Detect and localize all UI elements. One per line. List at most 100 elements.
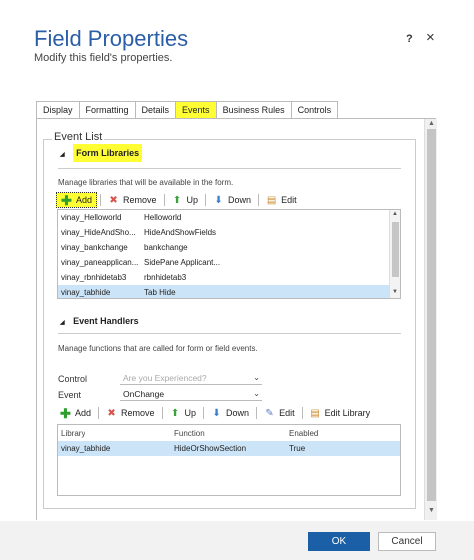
edit-handler-button[interactable]: ✎ Edit — [260, 405, 299, 421]
move-up-handler-button[interactable]: ⬆ Up — [166, 405, 201, 421]
edit-pencil-icon: ✎ — [265, 407, 274, 419]
remove-handler-button[interactable]: ✖ Remove — [102, 405, 159, 421]
event-label: Event — [58, 390, 82, 400]
edit-library-label: Edit Library — [324, 408, 371, 418]
library-display-name: Helloworld — [144, 213, 182, 222]
scroll-down-arrow-icon[interactable]: ▼ — [392, 289, 398, 295]
toolbar-separator — [163, 194, 165, 206]
toolbar-separator — [256, 407, 258, 419]
tab-controls[interactable]: Controls — [290, 101, 339, 119]
chevron-down-icon: ⌄ — [253, 389, 260, 398]
tab-events[interactable]: Events — [175, 101, 217, 119]
help-button[interactable]: ? — [406, 33, 413, 45]
library-display-name: rbnhidetab3 — [144, 273, 187, 282]
list-item[interactable]: vinay_HideAndSho... HideAndShowFields — [58, 225, 400, 240]
library-name: vinay_tabhide — [61, 288, 111, 297]
down-label: Down — [226, 408, 250, 418]
list-scrollbar[interactable]: ▲ ▼ — [389, 210, 400, 298]
close-button[interactable]: × — [426, 29, 435, 46]
move-up-library-button[interactable]: ⬆ Up — [168, 192, 203, 208]
arrow-down-icon: ⬇ — [212, 407, 221, 419]
list-item[interactable]: vinay_paneapplican... SidePane Applicant… — [58, 255, 400, 270]
event-handlers-header[interactable]: ◢ Event Handlers — [60, 316, 139, 326]
cancel-button[interactable]: Cancel — [378, 532, 436, 551]
add-label: Add — [76, 195, 93, 205]
column-header-function[interactable]: Function — [174, 429, 205, 438]
handler-function: HideOrShowSection — [174, 444, 247, 453]
library-display-name: Tab Hide — [144, 288, 176, 297]
list-item[interactable]: vinay_bankchange bankchange — [58, 240, 400, 255]
event-handlers-toolbar: ✚ Add ✖ Remove ⬆ Up ⬇ Down ✎ Edit ▤ Edit… — [56, 405, 374, 421]
down-label: Down — [228, 195, 252, 205]
tab-display[interactable]: Display — [36, 101, 80, 119]
remove-icon: ✖ — [107, 407, 116, 419]
toolbar-separator — [203, 407, 205, 419]
library-name: vinay_Helloworld — [61, 213, 122, 222]
dialog-subtitle: Modify this field's properties. — [34, 52, 173, 64]
scroll-down-arrow-icon[interactable]: ▼ — [428, 507, 435, 514]
library-name: vinay_HideAndSho... — [61, 228, 136, 237]
list-item-selected[interactable]: vinay_tabhide Tab Hide — [58, 285, 400, 298]
form-libraries-toolbar: ✚ Add ✖ Remove ⬆ Up ⬇ Down ▤ Edit — [56, 192, 301, 208]
column-header-library[interactable]: Library — [61, 429, 85, 438]
tab-details[interactable]: Details — [134, 101, 177, 119]
library-name: vinay_paneapplican... — [61, 258, 139, 267]
edit-document-icon: ▤ — [266, 194, 277, 206]
add-icon: ✚ — [60, 405, 71, 421]
collapse-triangle-icon: ◢ — [60, 320, 65, 326]
section-divider — [58, 168, 401, 169]
form-libraries-header[interactable]: ◢ Form Libraries — [60, 144, 143, 162]
handler-library: vinay_tabhide — [61, 444, 111, 453]
arrow-up-icon: ⬆ — [170, 407, 180, 419]
edit-library-button[interactable]: ▤ Edit Library — [306, 405, 375, 421]
form-libraries-description: Manage libraries that will be available … — [58, 178, 234, 187]
library-display-name: HideAndShowFields — [144, 228, 217, 237]
toolbar-separator — [205, 194, 207, 206]
scroll-up-arrow-icon[interactable]: ▲ — [392, 211, 398, 217]
tab-strip: Display Formatting Details Events Busine… — [36, 101, 339, 119]
toolbar-separator — [161, 407, 163, 419]
scrollbar-thumb[interactable] — [427, 129, 436, 501]
event-list-legend: Event List — [52, 131, 105, 143]
add-handler-button[interactable]: ✚ Add — [56, 405, 95, 421]
library-name: vinay_bankchange — [61, 243, 128, 252]
up-label: Up — [186, 195, 199, 205]
content-scrollbar[interactable]: ▲ ▼ — [424, 119, 437, 520]
event-select-value: OnChange — [123, 389, 165, 399]
table-row[interactable]: vinay_tabhide HideOrShowSection True — [58, 441, 400, 456]
handler-enabled: True — [289, 444, 306, 453]
ok-button[interactable]: OK — [308, 532, 370, 551]
grid-header-row: Library Function Enabled — [58, 426, 400, 441]
form-libraries-heading: Form Libraries — [73, 144, 143, 162]
add-label: Add — [75, 408, 92, 418]
arrow-up-icon: ⬆ — [172, 194, 182, 206]
library-display-name: SidePane Applicant... — [144, 258, 221, 267]
edit-label: Edit — [281, 195, 297, 205]
list-item[interactable]: vinay_Helloworld Helloworld — [58, 210, 400, 225]
add-library-button[interactable]: ✚ Add — [56, 192, 98, 208]
edit-library-button[interactable]: ▤ Edit — [262, 192, 301, 208]
remove-label: Remove — [121, 408, 155, 418]
form-libraries-list: vinay_Helloworld Helloworld vinay_HideAn… — [57, 209, 401, 299]
column-header-enabled[interactable]: Enabled — [289, 429, 318, 438]
dialog-title: Field Properties — [34, 26, 189, 51]
edit-document-icon: ▤ — [310, 407, 320, 419]
list-item[interactable]: vinay_rbnhidetab3 rbnhidetab3 — [58, 270, 400, 285]
remove-library-button[interactable]: ✖ Remove — [104, 192, 161, 208]
chevron-down-icon: ⌄ — [253, 373, 260, 382]
toolbar-separator — [301, 407, 303, 419]
edit-label: Edit — [279, 408, 295, 418]
event-handlers-grid: Library Function Enabled vinay_tabhide H… — [57, 424, 401, 496]
scrollbar-thumb[interactable] — [392, 222, 399, 277]
tab-formatting[interactable]: Formatting — [78, 101, 136, 119]
collapse-triangle-icon: ◢ — [60, 152, 65, 158]
move-down-library-button[interactable]: ⬇ Down — [209, 192, 255, 208]
tab-business-rules[interactable]: Business Rules — [215, 101, 292, 119]
control-select[interactable]: Are you Experienced? ⌄ — [120, 372, 262, 385]
control-label: Control — [58, 374, 88, 384]
library-name: vinay_rbnhidetab3 — [61, 273, 127, 282]
move-down-handler-button[interactable]: ⬇ Down — [207, 405, 253, 421]
event-select[interactable]: OnChange ⌄ — [120, 388, 262, 401]
event-handlers-heading: Event Handlers — [73, 316, 139, 326]
scroll-up-arrow-icon[interactable]: ▲ — [428, 120, 435, 127]
